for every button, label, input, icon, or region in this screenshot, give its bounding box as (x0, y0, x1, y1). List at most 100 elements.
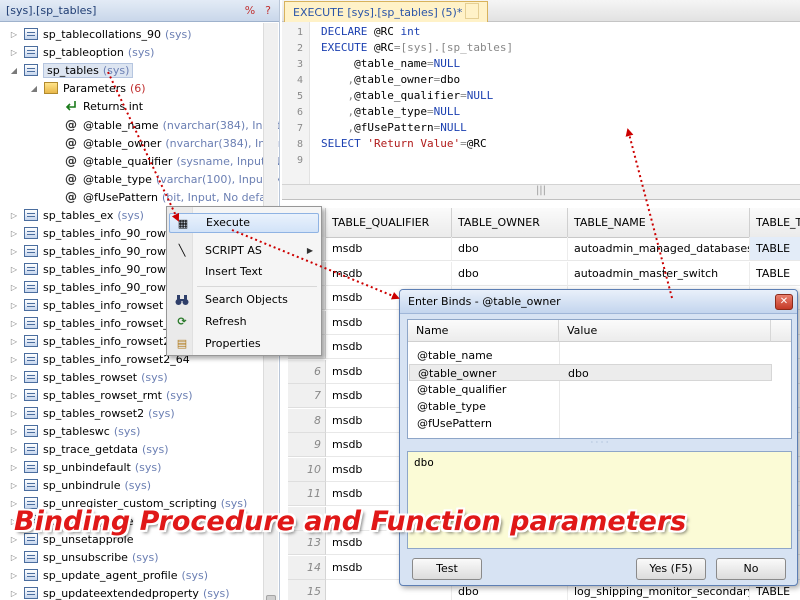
editor-splitter[interactable]: ||| (282, 184, 800, 200)
expand-icon[interactable]: ▷ (8, 319, 20, 328)
tree-item[interactable]: ▷ sp_tables_info_rowset2 (8, 332, 170, 350)
code-line[interactable]: ,@table_qualifier=NULL (321, 89, 494, 102)
tree-item-param[interactable]: @ @table_qualifier (sysname, Input, N (64, 152, 279, 170)
tree-filter-button[interactable]: % (243, 4, 257, 17)
menu-item-script-as[interactable]: ╲ SCRIPT AS ▶ (169, 241, 319, 261)
expand-icon[interactable]: ▷ (8, 571, 20, 580)
yes-button[interactable]: Yes (F5) (636, 558, 706, 580)
close-icon[interactable]: ✕ (775, 294, 793, 310)
tree-item-parameters[interactable]: ◢ Parameters (6) (28, 79, 146, 97)
bind-row-selected[interactable]: @table_owner dbo (409, 364, 772, 381)
tree-item[interactable]: ▷ sp_update_agent_profile (sys) (8, 566, 208, 584)
bind-row[interactable]: @fUsePattern (409, 415, 772, 432)
tree-item-param[interactable]: @ @fUsePattern (bit, Input, No defa (64, 188, 266, 206)
expand-icon[interactable]: ▷ (8, 247, 20, 256)
expand-icon[interactable]: ▷ (8, 553, 20, 562)
expand-icon[interactable]: ▷ (8, 481, 20, 490)
bind-row[interactable]: @table_qualifier (409, 381, 772, 398)
tree-item[interactable]: ▷ sp_unsubscribe (sys) (8, 548, 159, 566)
code-line[interactable]: ,@fUsePattern=NULL (321, 121, 467, 134)
binds-header-value[interactable]: Value (559, 320, 771, 342)
code-line[interactable]: ,@table_owner=dbo (321, 73, 461, 86)
bind-row[interactable]: @table_type (409, 398, 772, 415)
binds-list[interactable]: Name Value @table_name @table_owner dbo @… (407, 319, 792, 439)
expand-icon[interactable]: ▷ (8, 229, 20, 238)
grid-cell[interactable]: TABLE (750, 237, 800, 261)
tree-item[interactable]: ▷ sp_tablecollations_90 (sys) (8, 25, 192, 43)
tree-item[interactable]: ▷ sp_tables_rowset (sys) (8, 368, 168, 386)
grid-column-header[interactable]: TABLE_QUALIFIER (326, 208, 452, 238)
grid-row-number[interactable]: 6 (288, 359, 326, 384)
expand-icon[interactable]: ▷ (8, 30, 20, 39)
collapse-icon[interactable]: ◢ (28, 84, 40, 93)
sql-editor[interactable]: EXECUTE [sys].[sp_tables] (5)* ✕ 1 2 3 4… (282, 0, 800, 200)
grid-row-number[interactable]: 14 (288, 555, 326, 580)
tree-item[interactable]: ▷ sp_updateextendedproperty (sys) (8, 584, 230, 600)
code-line[interactable]: EXECUTE @RC=[sys].[sp_tables] (321, 41, 513, 54)
grid-cell[interactable]: dbo (452, 237, 568, 261)
tree-item[interactable]: ▷ sp_tables_info_90_rows (8, 278, 172, 296)
tree-item-param[interactable]: @ @table_name (nvarchar(384), Input (64, 116, 279, 134)
expand-icon[interactable]: ▷ (8, 427, 20, 436)
tree-item[interactable]: ▷ sp_trace_getdata (sys) (8, 440, 169, 458)
code-line[interactable]: @table_name=NULL (321, 57, 460, 70)
grid-column-header[interactable]: TABLE_TY (750, 208, 800, 238)
grid-row-number[interactable]: 11 (288, 482, 326, 506)
no-button[interactable]: No (716, 558, 786, 580)
tree-item[interactable]: ▷ sp_unbindrule (sys) (8, 476, 151, 494)
tree-item[interactable]: ▷ sp_tables_info_90_rows (8, 260, 172, 278)
grid-column-header[interactable]: TABLE_OWNER (452, 208, 568, 238)
tree-item[interactable]: ▷ sp_tables_info_90_rows (8, 242, 172, 260)
editor-tab-active[interactable]: EXECUTE [sys].[sp_tables] (5)* ✕ (284, 1, 488, 22)
expand-icon[interactable]: ▷ (8, 283, 20, 292)
grid-row-number[interactable]: 9 (288, 433, 326, 457)
expand-icon[interactable]: ▷ (8, 391, 20, 400)
grid-cell[interactable]: autoadmin_managed_databases (568, 237, 750, 261)
tree-item-param[interactable]: @ @table_owner (nvarchar(384), Inpu (64, 134, 279, 152)
code-line[interactable]: ,@table_type=NULL (321, 105, 461, 118)
expand-icon[interactable]: ▷ (8, 463, 20, 472)
expand-icon[interactable]: ▷ (8, 355, 20, 364)
menu-item-insert-text[interactable]: Insert Text (169, 262, 319, 282)
menu-item-search-objects[interactable]: Search Objects (169, 290, 319, 310)
expand-icon[interactable]: ▷ (8, 211, 20, 220)
expand-icon[interactable]: ▷ (8, 48, 20, 57)
code-line[interactable]: DECLARE @RC int (321, 25, 420, 38)
bind-row[interactable]: @table_name (409, 347, 772, 364)
grid-row-number[interactable]: 15 (288, 580, 326, 600)
expand-icon[interactable]: ▷ (8, 409, 20, 418)
test-button[interactable]: Test (412, 558, 482, 580)
grid-row-number[interactable]: 7 (288, 384, 326, 408)
dialog-splitter[interactable]: · · · · (407, 439, 792, 447)
menu-item-refresh[interactable]: ⟳ Refresh (169, 312, 319, 332)
tree-item[interactable]: ▷ sp_tables_info_rowset2_64 (8, 350, 190, 368)
tree-item-selected[interactable]: ◢ sp_tables (sys) (8, 61, 134, 79)
tree-item-param[interactable]: @ @table_type (varchar(100), Input, N (64, 170, 279, 188)
grid-cell[interactable]: msdb (326, 237, 452, 261)
grid-cell[interactable]: msdb (326, 261, 452, 286)
tree-item[interactable]: ▷ sp_tables_rowset2 (sys) (8, 404, 175, 422)
menu-item-execute[interactable]: ▦ Execute (169, 213, 319, 233)
tree-help-button[interactable]: ? (261, 4, 275, 17)
tree-scroll-thumb[interactable] (266, 595, 276, 600)
tree-item[interactable]: ▷ sp_tables_info_rowset (8, 296, 163, 314)
code-line[interactable]: SELECT 'Return Value'=@RC (321, 137, 487, 150)
grid-cell[interactable]: TABLE (750, 262, 800, 286)
tree-item[interactable]: ▷ sp_tables_ex (sys) (8, 206, 144, 224)
grid-row-number[interactable]: 8 (288, 408, 326, 433)
tree-item[interactable]: ▷ sp_tables_info_90_rows (8, 224, 172, 242)
grid-cell[interactable]: autoadmin_master_switch (568, 261, 750, 286)
tree-item[interactable]: ▷ sp_tables_rowset_rmt (sys) (8, 386, 193, 404)
tree-item[interactable]: ▷ sp_tableswc (sys) (8, 422, 141, 440)
grid-row-number[interactable]: 10 (288, 457, 326, 482)
expand-icon[interactable]: ▷ (8, 373, 20, 382)
expand-icon[interactable]: ▷ (8, 337, 20, 346)
menu-item-properties[interactable]: ▤ Properties (169, 334, 319, 354)
binds-header-name[interactable]: Name (408, 320, 559, 342)
expand-icon[interactable]: ▷ (8, 301, 20, 310)
tree-item[interactable]: ▷ sp_tableoption (sys) (8, 43, 155, 61)
tree-item-returns[interactable]: Returns int (64, 97, 143, 115)
grid-cell[interactable]: dbo (452, 261, 568, 286)
tree-item[interactable]: ▷ sp_unbindefault (sys) (8, 458, 162, 476)
expand-icon[interactable]: ▷ (8, 265, 20, 274)
